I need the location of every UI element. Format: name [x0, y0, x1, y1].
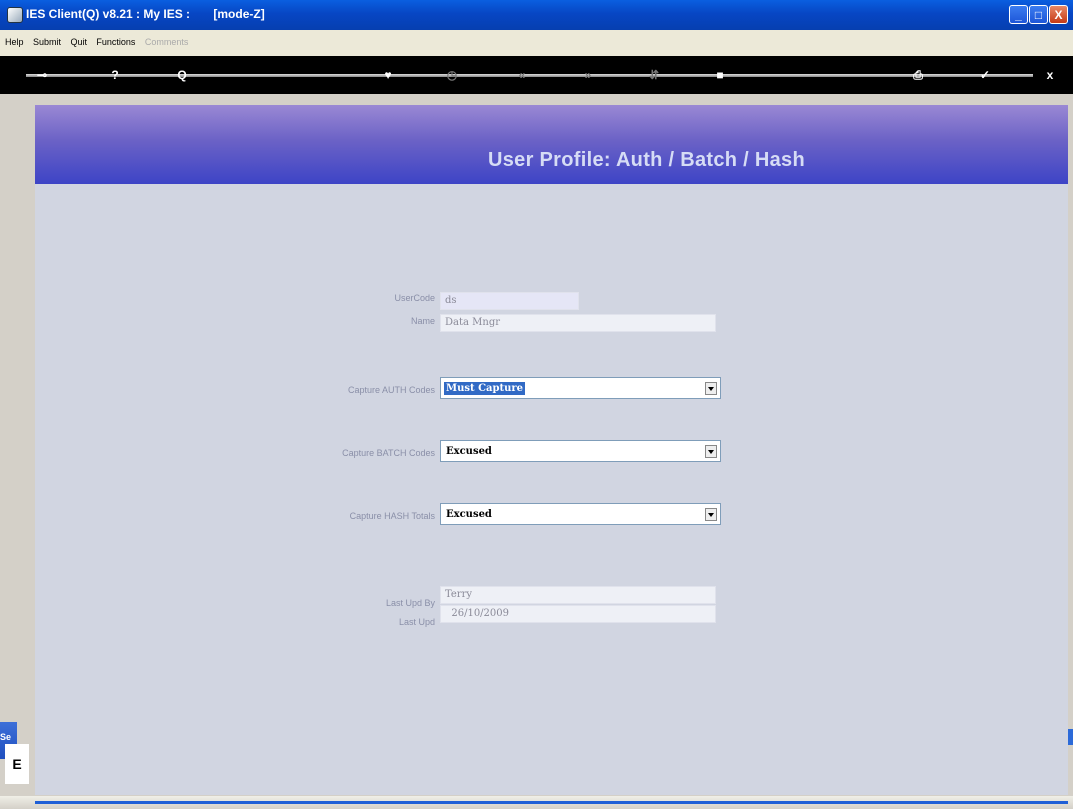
- menu-submit[interactable]: Submit: [33, 37, 61, 47]
- last-upd-by-field: Terry: [440, 586, 716, 604]
- main-panel: User Profile: Auth / Batch / Hash UserCo…: [35, 105, 1068, 795]
- help-icon[interactable]: ?: [105, 66, 125, 84]
- right-edge-marker: [1068, 729, 1073, 745]
- batch-select[interactable]: Excused: [440, 440, 721, 462]
- menu-help[interactable]: Help: [5, 37, 24, 47]
- last-upd-field: 26/10/2009: [440, 605, 716, 623]
- usercode-field[interactable]: ds: [440, 292, 579, 310]
- next-icon[interactable]: »: [578, 66, 598, 84]
- menu-bar: Help Submit Quit Functions Comments: [0, 30, 1073, 56]
- cancel-icon[interactable]: x: [1040, 66, 1060, 84]
- batch-label: Capture BATCH Codes: [342, 448, 435, 458]
- print-icon[interactable]: ⎙: [908, 66, 928, 84]
- maximize-button[interactable]: □: [1029, 5, 1048, 24]
- usercode-label: UserCode: [394, 293, 435, 303]
- key-icon[interactable]: ⊸: [32, 66, 52, 84]
- menu-quit[interactable]: Quit: [70, 37, 87, 47]
- menu-comments: Comments: [144, 37, 189, 47]
- left-strip: [0, 94, 35, 809]
- name-field[interactable]: Data Mngr: [440, 314, 716, 332]
- window-title: IES Client(Q) v8.21 : My IES : [mode-Z]: [26, 7, 265, 21]
- last-upd-by-label: Last Upd By: [385, 598, 435, 608]
- toolbar: ⊸ ? Q ♥ ◷ « » ⇵ ■ ⎙ ✓ x: [0, 56, 1073, 94]
- stop-icon[interactable]: ■: [710, 66, 730, 84]
- ok-icon[interactable]: ✓: [975, 66, 995, 84]
- clock-icon[interactable]: ◷: [442, 66, 462, 84]
- hash-value: Excused: [446, 509, 492, 520]
- hash-label: Capture HASH Totals: [349, 511, 435, 521]
- app-icon: [7, 7, 23, 23]
- minimize-button[interactable]: _: [1009, 5, 1028, 24]
- page-header: User Profile: Auth / Batch / Hash: [35, 105, 1068, 184]
- side-box[interactable]: E: [5, 744, 29, 784]
- search-icon[interactable]: Q: [172, 66, 192, 84]
- chevron-down-icon[interactable]: [705, 382, 717, 395]
- heart-icon[interactable]: ♥: [378, 66, 398, 84]
- menu-functions[interactable]: Functions: [96, 37, 135, 47]
- name-label: Name: [410, 316, 435, 326]
- sort-icon[interactable]: ⇵: [644, 66, 664, 84]
- chevron-down-icon[interactable]: [705, 508, 717, 521]
- prev-icon[interactable]: «: [512, 66, 532, 84]
- page-title: User Profile: Auth / Batch / Hash: [488, 149, 805, 171]
- auth-select[interactable]: Must Capture: [440, 377, 721, 399]
- bottom-accent-line: [35, 801, 1068, 804]
- auth-label: Capture AUTH Codes: [347, 385, 435, 395]
- hash-select[interactable]: Excused: [440, 503, 721, 525]
- chevron-down-icon[interactable]: [705, 445, 717, 458]
- title-bar[interactable]: IES Client(Q) v8.21 : My IES : [mode-Z] …: [0, 0, 1073, 30]
- close-button[interactable]: X: [1049, 5, 1068, 24]
- batch-value: Excused: [446, 446, 492, 457]
- last-upd-label: Last Upd: [398, 617, 435, 627]
- auth-value: Must Capture: [444, 382, 526, 395]
